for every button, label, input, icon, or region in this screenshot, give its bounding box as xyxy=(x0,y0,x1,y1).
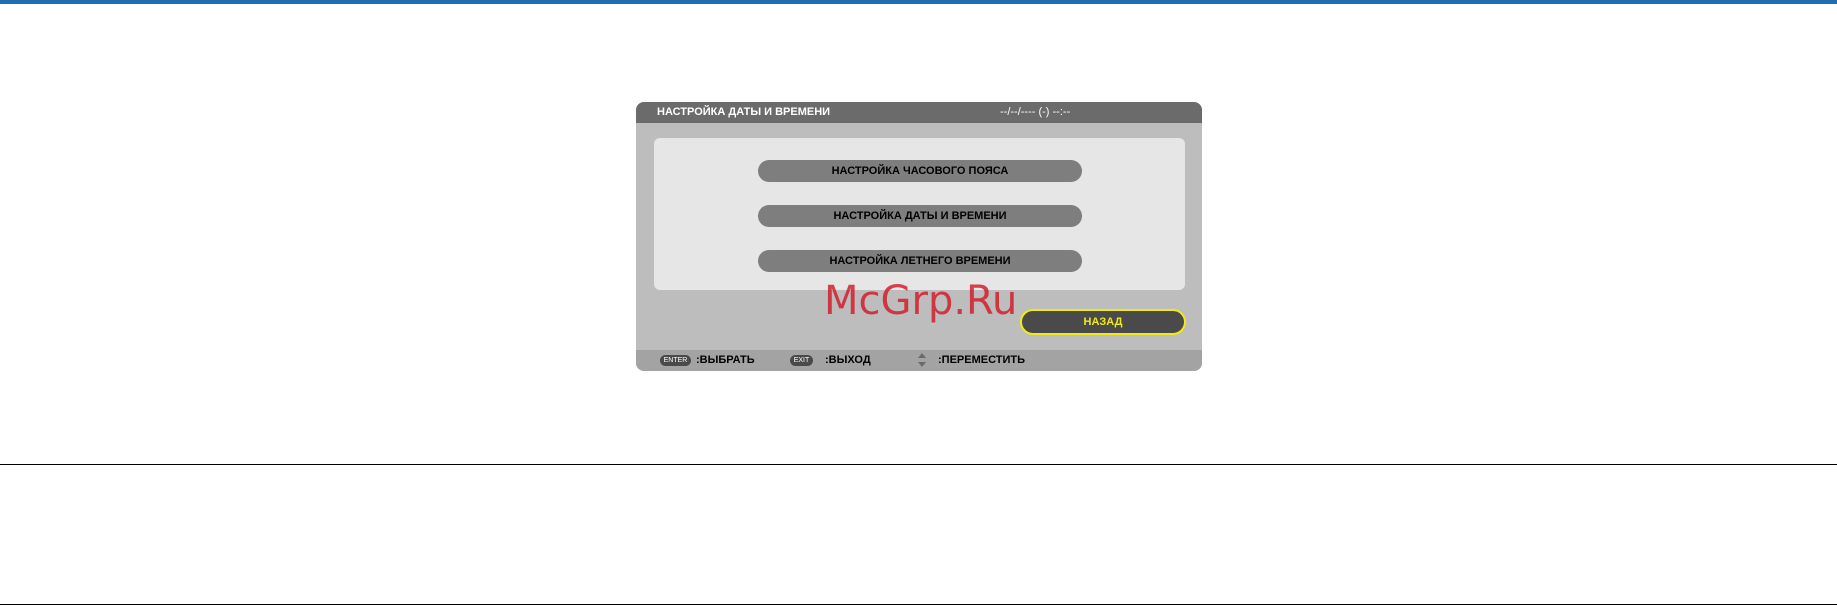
time-zone-setting-button[interactable]: НАСТРОЙКА ЧАСОВОГО ПОЯСА xyxy=(758,160,1082,182)
top-rule xyxy=(0,0,1837,4)
help-statusbar: ENTER :ВЫБРАТЬ EXIT :ВЫХОД :ПЕРЕМЕСТИТЬ xyxy=(636,350,1202,371)
up-down-arrows-icon xyxy=(918,353,926,367)
middle-divider xyxy=(0,464,1837,465)
move-hint: :ПЕРЕМЕСТИТЬ xyxy=(938,354,1026,366)
date-time-settings-dialog: НАСТРОЙКА ДАТЫ И ВРЕМЕНИ --/--/---- (-) … xyxy=(636,102,1202,371)
dialog-titlebar: НАСТРОЙКА ДАТЫ И ВРЕМЕНИ --/--/---- (-) … xyxy=(636,102,1202,123)
dialog-title: НАСТРОЙКА ДАТЫ И ВРЕМЕНИ xyxy=(657,106,831,118)
back-button[interactable]: НАЗАД xyxy=(1020,309,1186,335)
current-datetime: --/--/---- (-) --:-- xyxy=(1000,106,1071,118)
select-hint: :ВЫБРАТЬ xyxy=(696,354,755,366)
daylight-saving-setting-button[interactable]: НАСТРОЙКА ЛЕТНЕГО ВРЕМЕНИ xyxy=(758,250,1082,272)
menu-panel: НАСТРОЙКА ЧАСОВОГО ПОЯСА НАСТРОЙКА ДАТЫ … xyxy=(654,138,1185,290)
enter-key-icon: ENTER xyxy=(660,355,691,366)
exit-key-icon: EXIT xyxy=(790,355,813,366)
date-time-setting-button[interactable]: НАСТРОЙКА ДАТЫ И ВРЕМЕНИ xyxy=(758,205,1082,227)
bottom-divider xyxy=(0,604,1837,605)
exit-hint: :ВЫХОД xyxy=(825,354,871,366)
page: НАСТРОЙКА ДАТЫ И ВРЕМЕНИ --/--/---- (-) … xyxy=(0,0,1837,606)
watermark-logo: McGrp.Ru xyxy=(824,278,1018,324)
